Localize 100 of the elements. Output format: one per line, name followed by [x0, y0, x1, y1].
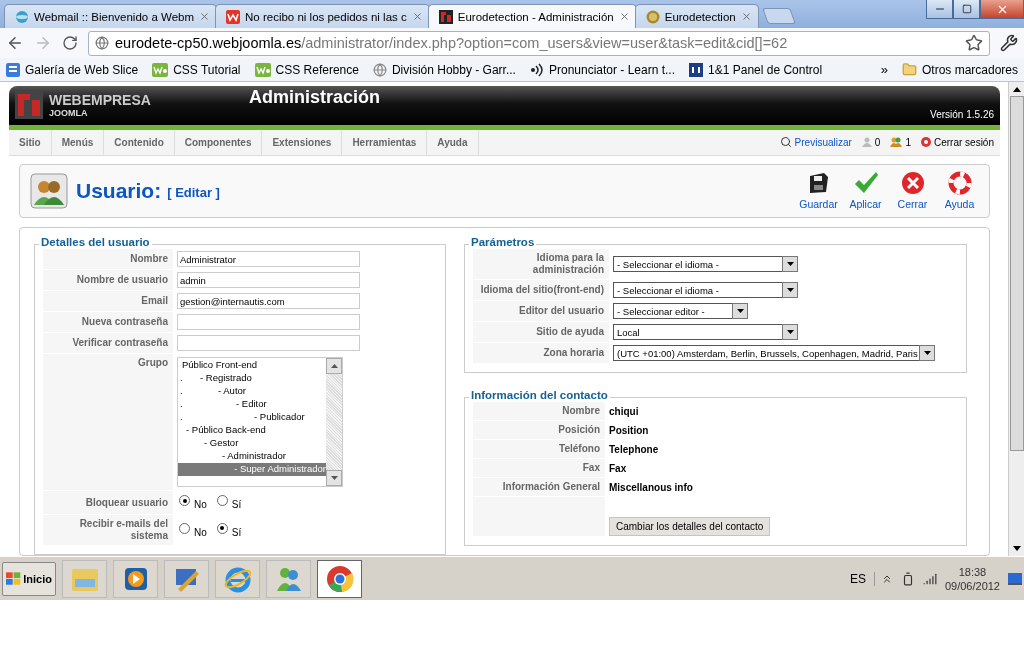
language-indicator[interactable]: ES: [849, 571, 875, 586]
taskbar-app[interactable]: [317, 559, 362, 598]
text-field[interactable]: [177, 335, 360, 351]
visitors-count: 0: [861, 136, 881, 148]
list-option[interactable]: - Administrador: [178, 450, 326, 463]
bookmark-folder[interactable]: Otros marcadores: [901, 62, 1018, 77]
scroll-thumb[interactable]: [1009, 96, 1024, 451]
radio-option[interactable]: No: [179, 495, 207, 510]
scrollbar[interactable]: [1008, 82, 1024, 556]
select-field[interactable]: - Seleccionar editor -: [613, 303, 748, 319]
radio-button[interactable]: [216, 495, 228, 506]
close-icon[interactable]: [618, 11, 630, 22]
radio-option[interactable]: Sí: [216, 522, 242, 538]
toolbar-button[interactable]: Cerrar: [893, 171, 932, 211]
down-arrow-icon: [330, 476, 338, 480]
menu-item[interactable]: Extensiones: [262, 129, 343, 155]
select-field[interactable]: (UTC +01:00) Amsterdam, Berlin, Brussels, Copenhagen, Madrid, Paris: [613, 345, 935, 361]
group-listbox[interactable]: Público Front-end . - Registrado . - Autor . - Editor . - Publicador - Público Back-end - Gestor - Administrador - Super Administrador: [177, 357, 343, 487]
list-option[interactable]: . - Publicador: [178, 411, 326, 424]
up-arrow-icon[interactable]: [1012, 87, 1021, 92]
maximize-button[interactable]: [953, 0, 980, 19]
radio-option[interactable]: Sí: [216, 495, 242, 510]
scroll-down-button[interactable]: [326, 470, 342, 486]
start-button[interactable]: Inicio: [2, 561, 56, 596]
back-icon[interactable]: [6, 34, 24, 52]
down-arrow-icon[interactable]: [1012, 546, 1021, 551]
list-option[interactable]: Público Front-end: [178, 359, 326, 372]
close-icon[interactable]: [740, 11, 752, 22]
logout-link[interactable]: Cerrar sesión: [920, 136, 994, 148]
menu-item[interactable]: Sitio: [9, 129, 52, 155]
field-label: Verificar contraseña: [43, 333, 173, 353]
field-label: Idioma del sitio(front-end): [473, 280, 609, 300]
close-icon[interactable]: [411, 11, 423, 22]
text-field[interactable]: [177, 314, 360, 330]
browser-tab[interactable]: Eurodetection: [634, 4, 759, 28]
clock[interactable]: 18:38 09/06/2012: [944, 564, 1000, 593]
field-label: Nombre de usuario: [43, 270, 173, 290]
users-icon: [30, 172, 68, 209]
bookmark-link[interactable]: Pronunciator - Learn t...: [529, 62, 676, 77]
list-option[interactable]: - Público Back-end: [178, 424, 326, 437]
radio-option[interactable]: No: [179, 522, 207, 538]
field-label: Recibir e-mails del sistema: [43, 515, 173, 545]
browser-tab[interactable]: No recibo ni los pedidos ni las c: [215, 4, 430, 28]
list-option[interactable]: . - Autor: [178, 385, 326, 398]
text-field[interactable]: admin: [177, 272, 360, 288]
close-button[interactable]: [980, 0, 1024, 19]
w-icon: [226, 9, 240, 24]
menu-item[interactable]: Menús: [51, 129, 105, 155]
list-option[interactable]: . - Registrado: [178, 372, 326, 385]
select-field[interactable]: Local: [613, 324, 798, 340]
menu-item[interactable]: Componentes: [174, 129, 263, 155]
toolbar-button[interactable]: Aplicar: [846, 171, 885, 211]
menu-item[interactable]: Ayuda: [427, 129, 479, 155]
browser-tab[interactable]: Webmail :: Bienvenido a Webm: [4, 4, 217, 28]
list-option[interactable]: . - Editor: [178, 398, 326, 411]
taskbar-app[interactable]: [113, 559, 158, 598]
select-field[interactable]: - Seleccionar el idioma -: [613, 282, 798, 298]
field-label: Fax: [473, 459, 605, 477]
bookmark-link[interactable]: CSS Reference: [254, 62, 359, 77]
text-field[interactable]: gestion@internautis.com: [177, 293, 360, 309]
brand-subtitle: JOOMLA: [49, 108, 89, 119]
taskbar-app[interactable]: [164, 559, 209, 598]
more-bookmarks-button[interactable]: »: [880, 62, 888, 77]
radio-button[interactable]: [179, 522, 190, 534]
field-label: Zona horaria: [473, 343, 609, 363]
change-contact-button[interactable]: Cambiar los detalles del contacto: [609, 517, 771, 536]
star-icon[interactable]: [965, 34, 983, 52]
slice-icon: [6, 62, 20, 77]
toolbar-button[interactable]: Ayuda: [940, 171, 979, 211]
minimize-button[interactable]: [926, 0, 953, 19]
toolbar-button[interactable]: Guardar: [799, 171, 838, 211]
bookmark-link[interactable]: Galería de Web Slice: [6, 62, 139, 77]
list-option[interactable]: - Gestor: [178, 437, 326, 450]
field-label: Posición: [473, 421, 605, 439]
radio-button[interactable]: [179, 495, 190, 506]
caret-icon: [786, 330, 794, 334]
bookmark-link[interactable]: CSS Tutorial: [152, 62, 241, 77]
close-icon[interactable]: [199, 11, 210, 22]
taskbar-app[interactable]: [266, 559, 311, 598]
taskbar-app[interactable]: [215, 559, 260, 598]
close-icon: [900, 171, 925, 196]
bookmark-link[interactable]: 1&1 Panel de Control: [689, 62, 823, 77]
reload-icon[interactable]: [62, 35, 78, 51]
header-title: Administración: [249, 86, 381, 108]
bookmark-link[interactable]: División Hobby - Garr...: [372, 62, 516, 77]
signal-icon: [922, 571, 937, 586]
preview-link[interactable]: Previsualizar: [779, 136, 852, 149]
list-option[interactable]: - Super Administrador: [178, 463, 326, 476]
address-field[interactable]: eurodete-cp50.webjoomla.es/administrator/index.php?option=com_users&view=user&task=edit&cid[]=62: [88, 30, 990, 56]
w3-icon: [152, 62, 169, 77]
scroll-up-button[interactable]: [326, 358, 342, 374]
wrench-icon[interactable]: [1000, 34, 1018, 52]
section-title: Información del contacto: [469, 389, 610, 401]
text-field[interactable]: Administrator: [177, 251, 360, 267]
menu-item[interactable]: Contenido: [104, 129, 175, 155]
select-field[interactable]: - Seleccionar el idioma -: [613, 256, 798, 272]
menu-item[interactable]: Herramientas: [342, 129, 428, 155]
desktop-icon[interactable]: [1008, 572, 1022, 585]
browser-tab[interactable]: Eurodetection - Administración: [427, 4, 637, 28]
radio-button[interactable]: [216, 522, 228, 534]
